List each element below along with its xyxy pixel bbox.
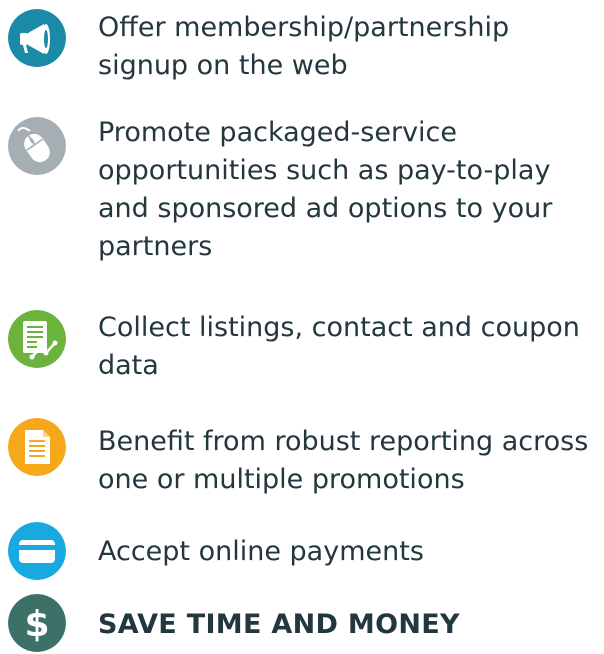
dollar-icon: $ [8,594,66,652]
form-chart-icon [8,310,66,368]
feature-text: Collect listings, contact and coupon dat… [98,312,580,381]
svg-text:$: $ [24,604,49,645]
credit-card-icon [8,522,66,580]
feature-text: Benefit from robust reporting across one… [98,426,589,495]
megaphone-icon [8,9,66,67]
mouse-icon [8,117,66,175]
feature-text: Promote packaged-service opportunities s… [98,117,553,262]
feature-heading: SAVE TIME AND MONEY [98,609,460,640]
feature-text: Accept online payments [98,536,424,567]
document-icon [8,418,66,476]
feature-text: Offer membership/partnership signup on t… [98,12,510,81]
